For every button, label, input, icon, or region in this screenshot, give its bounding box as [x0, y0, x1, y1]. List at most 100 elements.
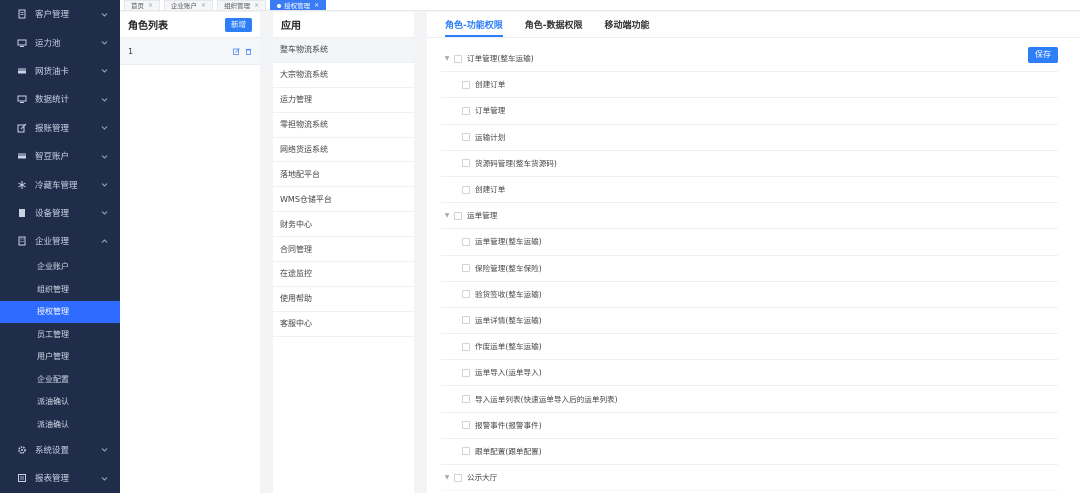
sidebar-subitem[interactable]: 企业配置 [0, 368, 120, 391]
permission-row: 运单导入(运单导入) [441, 360, 1058, 387]
app-item[interactable]: 财务中心 [273, 212, 414, 238]
device-icon [17, 208, 27, 218]
document-icon [17, 9, 27, 19]
checkbox[interactable] [462, 264, 470, 273]
permission-tab[interactable]: 移动端功能 [605, 18, 650, 37]
sidebar-subitem[interactable]: 派油确认 [0, 413, 120, 436]
permission-row: 运输计划 [441, 125, 1058, 151]
checkbox[interactable] [462, 80, 470, 89]
sidebar-subitem[interactable]: 企业账户 [0, 256, 120, 279]
edit-icon[interactable] [233, 47, 240, 55]
permission-label: 创建订单 [475, 80, 506, 90]
card-icon [17, 151, 27, 161]
chevron-down-icon [101, 181, 108, 188]
sidebar-item[interactable]: 网货油卡 [0, 57, 120, 85]
sidebar-item[interactable]: 运力池 [0, 28, 120, 56]
chevron-down-icon [101, 124, 108, 131]
permission-label: 运输计划 [475, 132, 506, 142]
checkbox[interactable] [462, 185, 470, 194]
caret-down-icon[interactable]: ▼ [443, 474, 451, 481]
permission-row: 运单详情(整车运输) [441, 308, 1058, 335]
permission-tab[interactable]: 角色-功能权限 [445, 18, 503, 37]
page-tab[interactable]: 首页 × [124, 0, 161, 11]
trash-icon[interactable] [245, 48, 252, 55]
sidebar-item-label: 冷藏车管理 [35, 180, 78, 191]
checkbox[interactable] [454, 54, 462, 63]
page-tab[interactable]: 授权管理 × [270, 0, 327, 11]
sidebar-item-label: 运力池 [35, 38, 61, 49]
close-icon[interactable]: × [201, 1, 206, 11]
checkbox[interactable] [462, 395, 470, 404]
permission-group-row: ▼ 订单管理(整车运输) [441, 46, 1058, 73]
sidebar-item[interactable]: 报表管理 [0, 464, 120, 492]
app-item[interactable]: 运力管理 [273, 88, 414, 113]
close-icon[interactable]: × [148, 1, 153, 11]
permission-row: 货源码管理(整车货源码) [441, 151, 1058, 177]
app-item[interactable]: 在途监控 [273, 262, 414, 287]
app-item[interactable]: 整车物流系统 [273, 38, 414, 63]
chevron-down-icon [101, 96, 108, 103]
sidebar-item[interactable]: 企业管理 [0, 227, 120, 255]
sidebar-subitem[interactable]: 授权管理 [0, 300, 120, 324]
checkbox[interactable] [462, 106, 470, 115]
permission-tab[interactable]: 角色-数据权限 [525, 18, 583, 37]
sidebar-item[interactable]: 数据统计 [0, 85, 120, 113]
sidebar-item-label: 客户管理 [35, 10, 70, 21]
permission-label: 公示大厅 [467, 473, 498, 483]
sidebar-item[interactable]: 设备管理 [0, 199, 120, 227]
active-dot-icon [277, 3, 282, 8]
checkbox[interactable] [462, 316, 470, 325]
close-icon[interactable]: × [254, 1, 259, 11]
caret-down-icon[interactable]: ▼ [443, 212, 451, 219]
sidebar-subitem[interactable]: 派油确认 [0, 391, 120, 414]
chevron-down-icon [101, 39, 108, 46]
sidebar-item-label: 系统设置 [35, 445, 70, 456]
app-item[interactable]: WMS仓储平台 [273, 187, 414, 213]
app-list-title: 应用 [281, 21, 301, 32]
sidebar-subitem[interactable]: 员工管理 [0, 323, 120, 346]
caret-down-icon[interactable]: ▼ [443, 55, 451, 62]
permission-row: 运单管理(整车运输) [441, 229, 1058, 256]
app-item[interactable]: 使用帮助 [273, 287, 414, 312]
permission-row: 保险管理(整车保险) [441, 256, 1058, 282]
checkbox[interactable] [462, 159, 470, 168]
app-item[interactable]: 合同管理 [273, 237, 414, 263]
page-tab[interactable]: 组织管理 × [217, 0, 267, 11]
app-item[interactable]: 零担物流系统 [273, 113, 414, 138]
permission-label: 作废运单(整车运输) [475, 342, 542, 352]
close-icon[interactable]: × [314, 1, 319, 11]
report-icon [17, 473, 27, 483]
role-row[interactable]: 1 [120, 38, 260, 65]
checkbox[interactable] [462, 342, 470, 351]
sidebar-subitem[interactable]: 用户管理 [0, 346, 120, 369]
permission-label: 货源码管理(整车货源码) [475, 158, 557, 168]
checkbox[interactable] [454, 473, 462, 482]
sidebar-item[interactable]: 客户管理 [0, 0, 120, 28]
checkbox[interactable] [462, 421, 470, 430]
checkbox[interactable] [454, 211, 462, 220]
page-tab[interactable]: 企业账户 × [164, 0, 214, 11]
permission-label: 运单管理(整车运输) [475, 237, 542, 247]
sidebar-item[interactable]: 系统设置 [0, 436, 120, 464]
checkbox[interactable] [462, 368, 470, 377]
permission-tree: ▼ 订单管理(整车运输) 创建订单 订单管理 运输计划 货源码管理(整车货源码) 创建订单 ▼… [441, 46, 1058, 492]
chevron-down-icon [101, 11, 108, 18]
app-item[interactable]: 大宗物流系统 [273, 63, 414, 88]
app-item[interactable]: 网络货运系统 [273, 138, 414, 163]
sidebar-item[interactable]: 报账管理 [0, 114, 120, 142]
scroll-fade [427, 487, 1080, 493]
sidebar-item-label: 数据统计 [35, 95, 70, 106]
sidebar-item[interactable]: 智豆账户 [0, 142, 120, 170]
sidebar-item[interactable]: 冷藏车管理 [0, 170, 120, 198]
checkbox[interactable] [462, 290, 470, 299]
app-item[interactable]: 落地配平台 [273, 162, 414, 188]
sidebar-subitem[interactable]: 组织管理 [0, 278, 120, 301]
permission-label: 订单管理(整车运输) [467, 54, 534, 64]
page-tab-label: 组织管理 [224, 1, 251, 10]
add-role-button[interactable]: 新增 [225, 17, 252, 32]
checkbox[interactable] [462, 133, 470, 142]
checkbox[interactable] [462, 237, 470, 246]
checkbox[interactable] [462, 447, 470, 456]
app-item[interactable]: 客服中心 [273, 312, 414, 337]
permission-label: 导入运单列表(快速运单导入后的运单列表) [475, 394, 618, 404]
